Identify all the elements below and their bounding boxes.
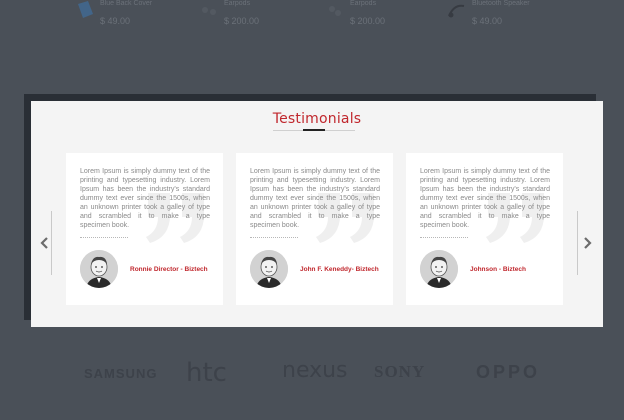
avatar-illustration: [420, 250, 458, 288]
speaker-icon: [448, 4, 465, 18]
brand-logo-nexus[interactable]: nexus: [282, 358, 348, 383]
chevron-right-icon: [584, 237, 592, 249]
avatar-illustration: [250, 250, 288, 288]
testimonial-text: Lorem Ipsum is simply dummy text of the …: [420, 168, 550, 229]
phone-case-icon: [78, 1, 93, 18]
divider: [420, 237, 468, 238]
avatar: [250, 250, 288, 288]
brand-logo-oppo[interactable]: OPPO: [476, 362, 540, 383]
avatar-illustration: [80, 250, 118, 288]
product-price: $ 49.00: [100, 16, 131, 26]
divider: [80, 237, 128, 238]
brand-strip: SAMSUNG htc nexus SONY OPPO: [0, 350, 624, 400]
carousel-next-button[interactable]: [573, 211, 593, 275]
chevron-left-icon: [40, 237, 48, 249]
product-name: Earpods: [350, 0, 377, 7]
testimonial-author: Johnson - Biztech: [470, 266, 526, 273]
brand-logo-sony[interactable]: SONY: [374, 362, 425, 382]
brand-logo-samsung[interactable]: SAMSUNG: [84, 366, 157, 381]
testimonial-text: Lorem Ipsum is simply dummy text of the …: [250, 168, 380, 229]
product-item[interactable]: Bluetooth Speaker $ 49.00: [446, 0, 586, 34]
product-item[interactable]: Earpods $ 200.00: [324, 0, 464, 34]
divider: [51, 211, 52, 275]
testimonial-card: Lorem Ipsum is simply dummy text of the …: [406, 153, 563, 305]
avatar: [80, 250, 118, 288]
product-name: Bluetooth Speaker: [472, 0, 530, 7]
testimonial-card: Lorem Ipsum is simply dummy text of the …: [66, 153, 223, 305]
product-strip: Blue Back Cover $ 49.00 Earpods $ 200.00…: [0, 0, 624, 40]
avatar: [420, 250, 458, 288]
carousel-prev-button[interactable]: [39, 211, 59, 275]
testimonial-author: John F. Keneddy- Biztech: [300, 266, 379, 273]
product-name: Blue Back Cover: [100, 0, 153, 7]
product-price: $ 49.00: [472, 16, 503, 26]
product-price: $ 200.00: [350, 16, 386, 26]
testimonial-text: Lorem Ipsum is simply dummy text of the …: [80, 168, 210, 229]
testimonial-card: Lorem Ipsum is simply dummy text of the …: [236, 153, 393, 305]
divider: [250, 237, 298, 238]
product-item[interactable]: Blue Back Cover $ 49.00: [74, 0, 214, 34]
testimonials-modal: Testimonials Lorem Ipsum is simply dummy…: [31, 101, 603, 327]
brand-logo-htc[interactable]: htc: [186, 358, 227, 388]
title-accent: [303, 129, 325, 131]
modal-title: Testimonials: [272, 111, 362, 127]
testimonial-author: Ronnie Director - Biztech: [130, 266, 208, 273]
product-name: Earpods: [224, 0, 251, 7]
earphones-icon: [202, 7, 216, 15]
product-item[interactable]: Earpods $ 200.00: [198, 0, 338, 34]
divider: [577, 211, 578, 275]
earphones-icon: [329, 6, 341, 16]
product-price: $ 200.00: [224, 16, 260, 26]
